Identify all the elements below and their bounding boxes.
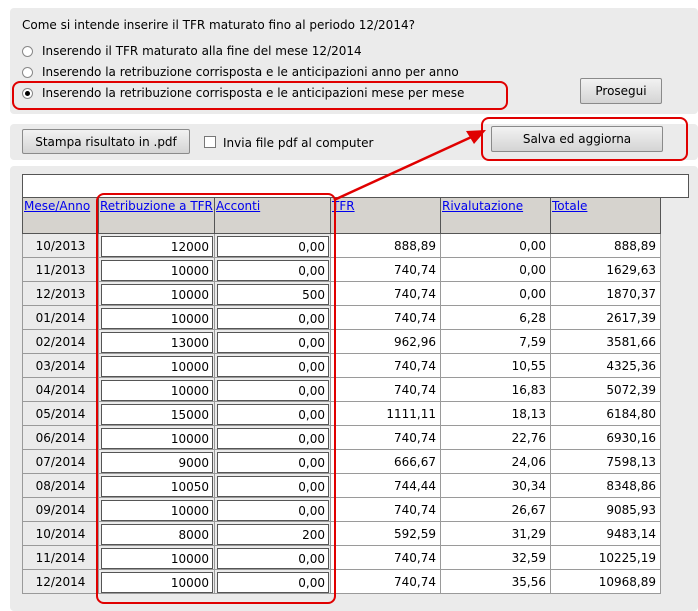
arrow-shaft [333, 132, 479, 202]
annotation-arrow [333, 130, 486, 202]
